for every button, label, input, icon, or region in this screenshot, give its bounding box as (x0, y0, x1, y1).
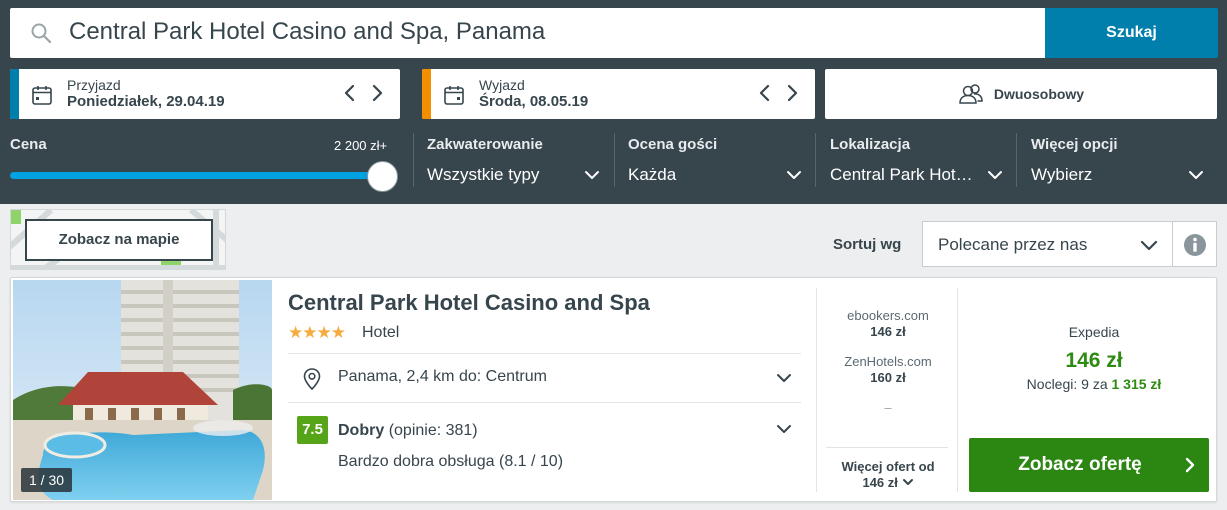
hotel-location[interactable]: Panama, 2,4 km do: Centrum (338, 368, 547, 386)
checkin-date: Poniedziałek, 29.04.19 (67, 93, 225, 110)
search-input[interactable]: Central Park Hotel Casino and Spa, Panam… (10, 8, 1045, 58)
search-panel: Central Park Hotel Casino and Spa, Panam… (0, 0, 1227, 204)
price-filter-label: Cena (10, 136, 47, 153)
checkout-field[interactable]: Wyjazd Środa, 08.05.19 (422, 69, 815, 119)
search-query: Central Park Hotel Casino and Spa, Panam… (69, 18, 546, 45)
chevron-down-icon[interactable] (1188, 168, 1204, 182)
hotel-result-card: 1 / 30 Central Park Hotel Casino and Spa… (10, 277, 1217, 502)
info-icon (1184, 234, 1206, 256)
provider-offer[interactable]: ZenHotels.com 160 zł (817, 354, 959, 386)
provider-price: 160 zł (870, 370, 906, 385)
provider-offer[interactable]: ebookers.com 146 zł (817, 308, 959, 340)
location-filter-select[interactable]: Central Park Hot… (830, 165, 973, 185)
provider-price: 146 zł (870, 324, 906, 339)
sort-label: Sortuj wg (833, 236, 902, 253)
chevron-down-icon[interactable] (776, 372, 792, 384)
separator (288, 402, 801, 403)
guests-icon (959, 84, 983, 104)
rating-score-badge: 7.5 (297, 416, 328, 444)
rating-word: Dobry (338, 422, 385, 439)
price-slider-track[interactable] (10, 172, 382, 179)
chevron-right-icon[interactable] (782, 82, 802, 104)
view-deal-button[interactable]: Zobacz ofertę (969, 438, 1209, 492)
chevron-down-icon (1140, 240, 1158, 251)
stay-total: Noclegi: 9 za 1 315 zł (969, 376, 1219, 392)
filter-divider (413, 133, 414, 187)
price-max-value: 2 200 zł+ (334, 138, 388, 153)
star-rating: ★★★★ (288, 323, 346, 342)
service-rating: Bardzo dobra obsługa (8.1 / 10) (338, 453, 564, 470)
sort-select[interactable]: Polecane przez nas (922, 221, 1173, 267)
provider-name: ebookers.com (847, 308, 929, 323)
photo-counter: 1 / 30 (21, 468, 73, 492)
rating-filter-label: Ocena gości (628, 136, 718, 153)
chevron-down-icon[interactable] (987, 168, 1003, 182)
provider-placeholder: – (884, 400, 892, 415)
more-offers-label: Więcej ofert od (841, 459, 935, 474)
separator (826, 447, 948, 448)
chevron-down-icon[interactable] (776, 423, 792, 435)
nights-label: Noclegi: 9 za (1026, 376, 1108, 392)
checkout-date: Środa, 08.05.19 (479, 93, 589, 110)
checkout-label: Wyjazd (479, 77, 525, 93)
more-options-label: Więcej opcji (1031, 136, 1118, 153)
chevron-down-icon[interactable] (786, 168, 802, 182)
checkin-stripe (10, 69, 19, 119)
hotel-type: Hotel (362, 324, 400, 341)
sort-value: Polecane przez nas (938, 235, 1088, 254)
room-type-label: Dwuosobowy (993, 86, 1085, 102)
sort-info-button[interactable] (1173, 221, 1217, 267)
see-on-map-button[interactable]: Zobacz na mapie (25, 219, 213, 261)
price-slider-handle[interactable] (367, 161, 398, 192)
chevron-right-icon[interactable] (367, 82, 387, 104)
filter-divider (1016, 133, 1017, 187)
column-divider (957, 288, 958, 492)
location-pin-icon (303, 368, 321, 391)
hotel-name[interactable]: Central Park Hotel Casino and Spa (288, 290, 650, 316)
accommodation-filter-label: Zakwaterowanie (427, 136, 543, 153)
provider-name: ZenHotels.com (844, 354, 932, 369)
total-price: 1 315 zł (1111, 376, 1162, 392)
chevron-left-icon[interactable] (340, 82, 360, 104)
rating-filter-select[interactable]: Każda (628, 165, 676, 185)
checkin-label: Przyjazd (67, 77, 121, 93)
checkout-stripe (422, 69, 431, 119)
checkout-arrows (755, 82, 805, 104)
search-button[interactable]: Szukaj (1045, 8, 1218, 58)
review-count: (opinie: 381) (388, 422, 478, 439)
chevron-down-icon (902, 479, 913, 485)
chevron-down-icon[interactable] (584, 168, 600, 182)
filter-divider (815, 133, 816, 187)
calendar-icon (32, 86, 52, 105)
best-offer-price[interactable]: 146 zł (969, 349, 1219, 373)
checkin-field[interactable]: Przyjazd Poniedziałek, 29.04.19 (10, 69, 400, 119)
rating-summary[interactable]: Dobry (opinie: 381) (338, 422, 478, 440)
hotel-photo-image (13, 280, 272, 500)
more-offers-price: 146 zł (862, 475, 898, 490)
chevron-left-icon[interactable] (755, 82, 775, 104)
calendar-icon (444, 86, 464, 105)
more-options-select[interactable]: Wybierz (1031, 165, 1092, 185)
chevron-right-icon (1185, 457, 1195, 473)
filter-divider (614, 133, 615, 187)
best-offer-provider: Expedia (1068, 324, 1120, 340)
location-filter-label: Lokalizacja (830, 136, 911, 153)
search-icon (31, 23, 52, 44)
view-deal-label: Zobacz ofertę (1018, 454, 1142, 475)
accommodation-filter-select[interactable]: Wszystkie typy (427, 165, 539, 185)
checkin-arrows (340, 82, 390, 104)
more-offers-link[interactable]: Więcej ofert od 146 zł (817, 459, 959, 491)
room-type-selector[interactable]: Dwuosobowy (825, 69, 1217, 119)
hotel-photo[interactable]: 1 / 30 (13, 280, 272, 500)
separator (288, 353, 801, 354)
